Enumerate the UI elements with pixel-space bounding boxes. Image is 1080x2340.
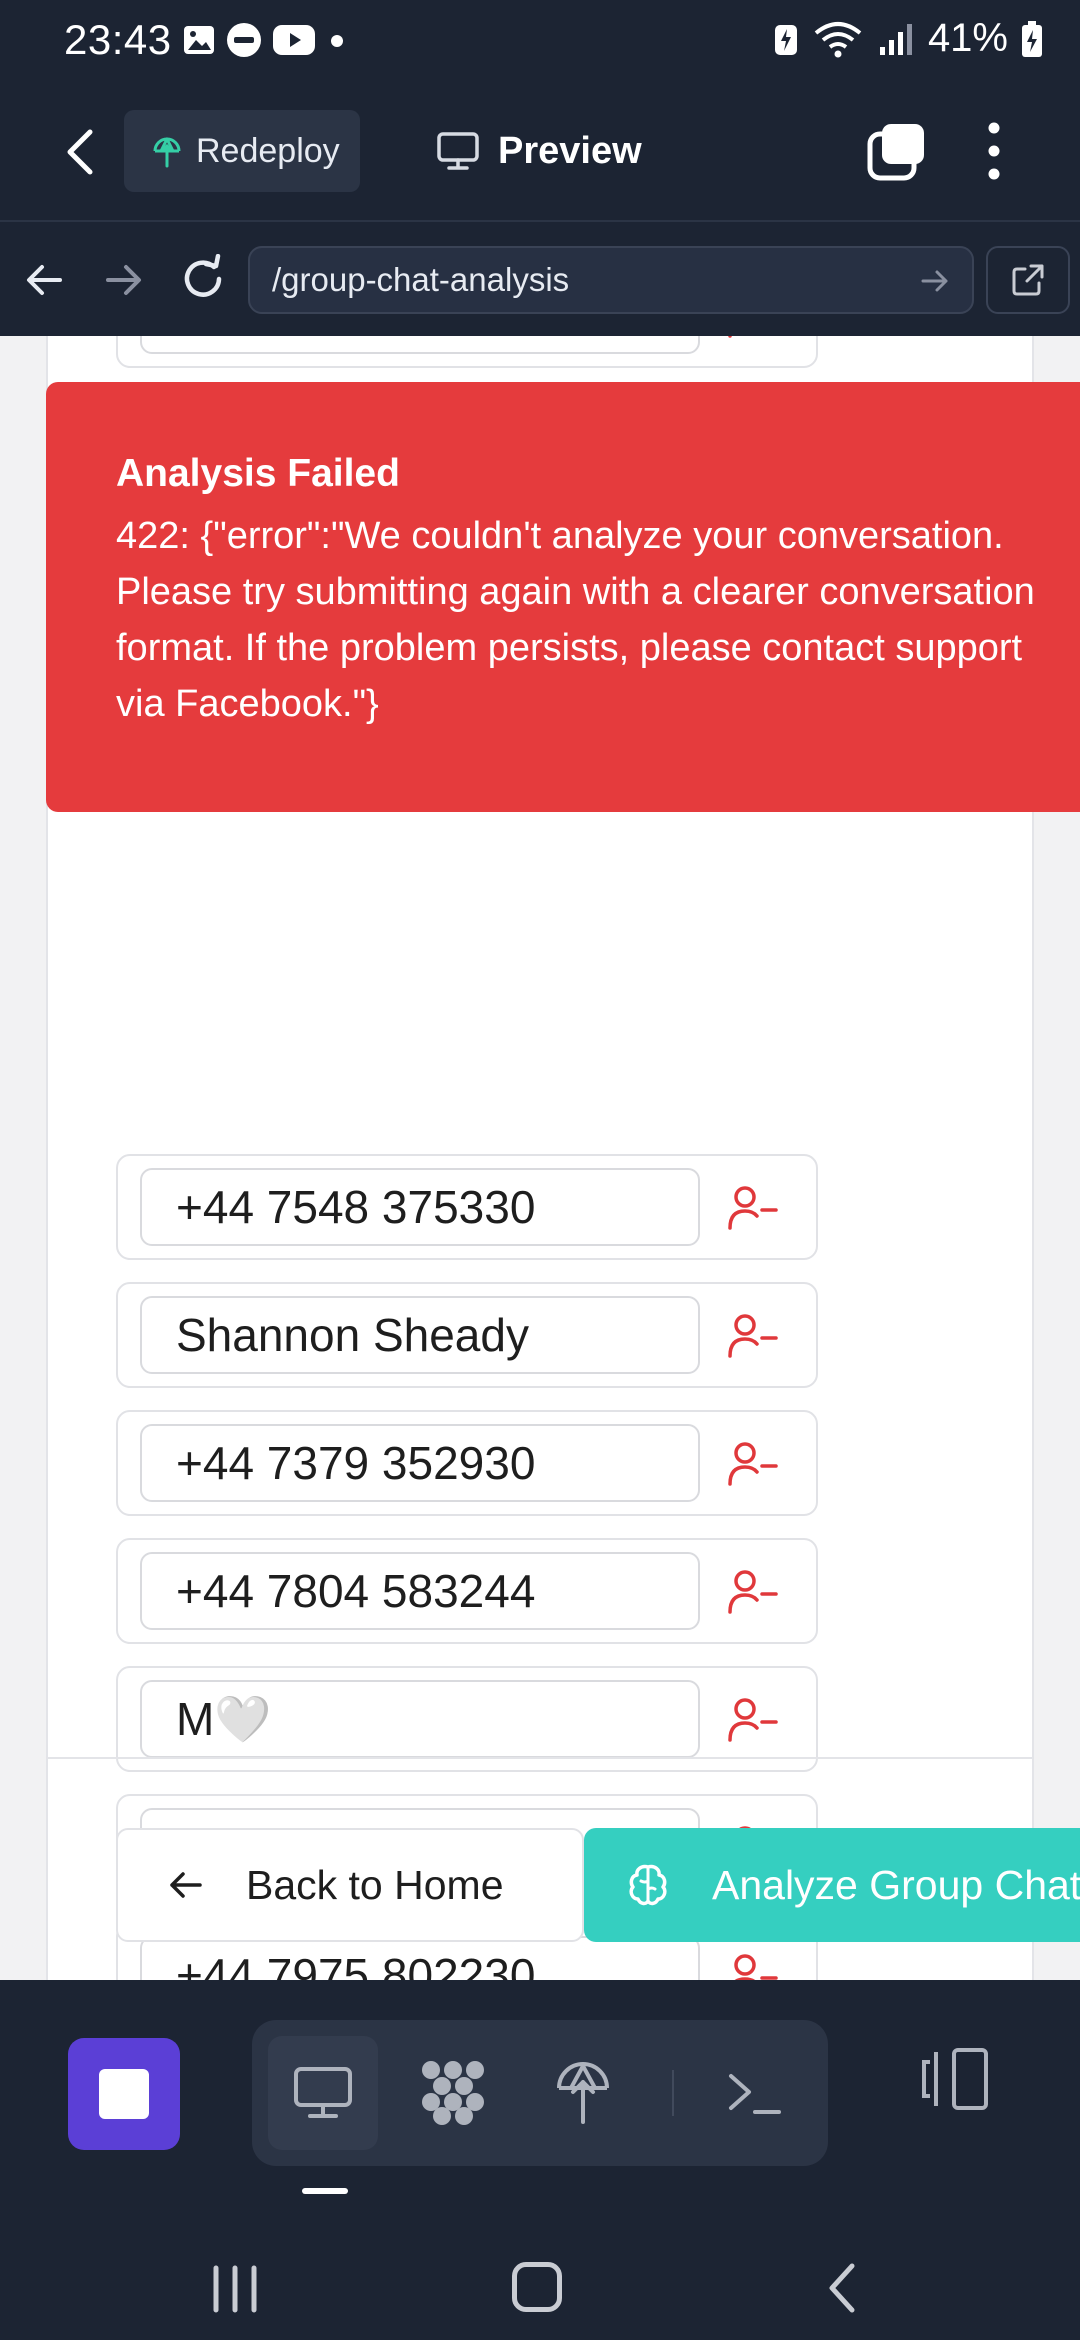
recents-icon[interactable] (212, 2264, 258, 2314)
member-row: +44 7492 630375 (116, 336, 818, 368)
nav-forward-arrow-icon[interactable] (102, 258, 146, 302)
tool-switcher (252, 2020, 828, 2166)
dot-icon (331, 35, 343, 47)
member-row: Shannon Sheady (116, 1282, 818, 1388)
tool-deploy[interactable] (528, 2036, 638, 2150)
more-options-icon[interactable] (974, 120, 1014, 182)
arrow-left-icon (170, 1872, 202, 1898)
bottom-toolbar (0, 1980, 1080, 2220)
member-name-input[interactable]: M🤍 (140, 1680, 700, 1758)
member-name-input[interactable]: +44 7492 630375 (140, 336, 700, 354)
system-status-icons: 41% (772, 16, 1044, 61)
member-row: M🤍 (116, 1666, 818, 1772)
system-back-icon[interactable] (822, 2260, 862, 2316)
go-arrow-icon[interactable] (920, 266, 950, 296)
nav-back-arrow-icon[interactable] (22, 258, 66, 302)
brain-icon (629, 1864, 667, 1906)
analyze-label: Analyze Group Chat (712, 1861, 1080, 1908)
back-to-home-label: Back to Home (246, 1861, 504, 1908)
remove-user-icon[interactable] (724, 1948, 780, 1980)
redeploy-label: Redeploy (196, 131, 340, 170)
back-chevron-icon[interactable] (56, 124, 106, 180)
error-toast[interactable]: Analysis Failed 422: {"error":"We couldn… (46, 382, 1080, 812)
preview-tab[interactable]: Preview (436, 110, 642, 192)
remove-user-icon[interactable] (724, 1180, 780, 1236)
member-name-input[interactable]: +44 7804 583244 (140, 1552, 700, 1630)
remove-user-icon[interactable] (724, 1692, 780, 1748)
tool-shell[interactable] (700, 2036, 810, 2150)
tool-separator (672, 2070, 674, 2116)
tabs-icon[interactable] (866, 120, 928, 182)
browser-bar: /group-chat-analysis (0, 220, 1080, 336)
app-header: Redeploy Preview (0, 84, 1080, 220)
member-name-input[interactable]: Shannon Sheady (140, 1296, 700, 1374)
tool-preview[interactable] (268, 2036, 378, 2150)
member-name-input[interactable]: +44 7379 352930 (140, 1424, 700, 1502)
active-tab-indicator (302, 2188, 348, 2194)
gallery-icon (184, 26, 214, 54)
member-row: +44 7804 583244 (116, 1538, 818, 1644)
member-name-input[interactable]: +44 7975 802230 (140, 1936, 700, 1980)
wifi-icon (814, 21, 862, 57)
status-bar: 23:43 41% (0, 0, 1080, 84)
monitor-icon (437, 132, 479, 170)
url-text: /group-chat-analysis (272, 261, 570, 298)
youtube-icon (273, 25, 315, 55)
redeploy-button[interactable]: Redeploy (124, 110, 360, 192)
tool-extensions[interactable] (398, 2036, 508, 2150)
monitor-icon (294, 2067, 352, 2118)
open-external-button[interactable] (986, 246, 1070, 314)
dnd-icon (227, 23, 261, 57)
url-input[interactable]: /group-chat-analysis (248, 246, 974, 314)
external-link-icon (1012, 264, 1044, 296)
stop-icon (99, 2069, 149, 2119)
status-time: 23:43 (64, 16, 172, 63)
back-to-home-button[interactable]: Back to Home (116, 1828, 584, 1942)
screen: 23:43 41% Redeploy Preview /group-chat-a… (0, 0, 1080, 2340)
deploy-icon (153, 137, 181, 168)
battery-saver-icon (774, 24, 797, 55)
deploy-icon (557, 2062, 609, 2124)
notification-icons (182, 22, 348, 58)
remove-user-icon[interactable] (724, 1308, 780, 1364)
toast-message: 422: {"error":"We couldn't analyze your … (116, 515, 1035, 725)
member-row: +44 7379 352930 (116, 1410, 818, 1516)
battery-percent: 41% (927, 16, 1008, 60)
home-icon[interactable] (512, 2262, 562, 2312)
system-navigation-bar (0, 2220, 1080, 2340)
layout-toggle-icon[interactable] (920, 2044, 990, 2114)
member-row: +44 7548 375330 (116, 1154, 818, 1260)
remove-user-icon[interactable] (724, 336, 780, 344)
member-name-input[interactable]: +44 7548 375330 (140, 1168, 700, 1246)
preview-label: Preview (498, 129, 642, 172)
battery-icon (1022, 20, 1042, 57)
reload-icon[interactable] (178, 254, 228, 304)
remove-user-icon[interactable] (724, 1436, 780, 1492)
signal-icon (879, 23, 912, 55)
analyze-group-chat-button[interactable]: Analyze Group Chat (584, 1828, 1080, 1942)
toast-title: Analysis Failed (116, 452, 400, 495)
terminal-icon (729, 2074, 781, 2114)
stop-button[interactable] (68, 2038, 180, 2150)
extensions-grid-icon (422, 2061, 484, 2125)
remove-user-icon[interactable] (724, 1564, 780, 1620)
